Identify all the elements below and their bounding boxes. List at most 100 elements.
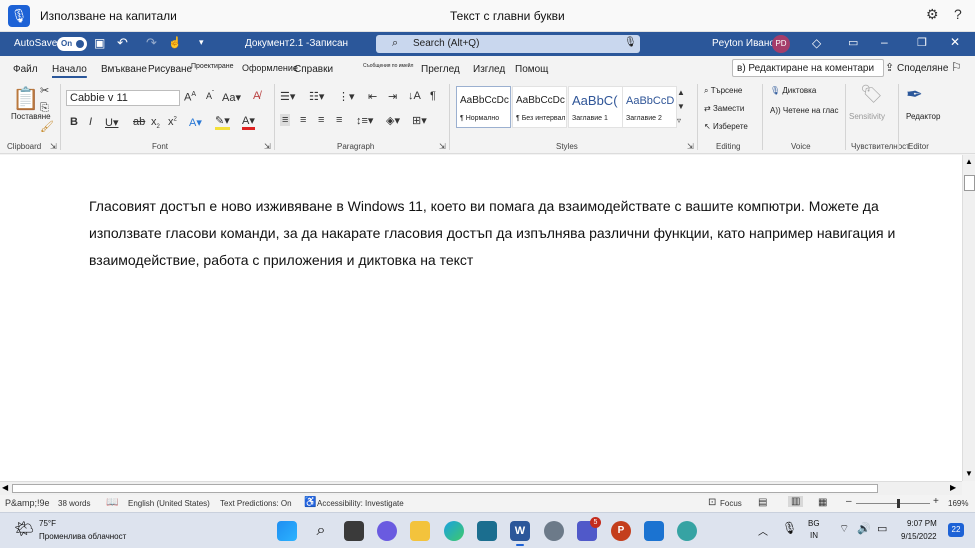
dictate-button[interactable]: 🎙 Диктовка	[770, 86, 816, 95]
people-icon[interactable]	[677, 521, 697, 541]
font-name-input[interactable]: Cabbie v 11	[66, 90, 180, 106]
style-normal[interactable]: AaBbCcDc ¶ Нормално	[456, 86, 511, 128]
teams-icon[interactable]: 5	[577, 517, 601, 541]
word-icon[interactable]: W	[510, 521, 530, 546]
language-indicator[interactable]: English (United States)	[128, 499, 210, 508]
style-heading-2[interactable]: AaBbCcD Заглавие 2	[622, 86, 677, 128]
sensitivity-icon[interactable]: 🏷	[860, 84, 883, 105]
zoom-level[interactable]: 169%	[948, 499, 968, 508]
zoom-in-icon[interactable]: +	[933, 496, 939, 507]
zoom-slider[interactable]	[856, 503, 930, 504]
mail-icon[interactable]	[644, 521, 664, 541]
editor-button[interactable]: Редактор	[906, 112, 940, 121]
replace-button[interactable]: ⇄ Замести	[704, 104, 744, 113]
wifi-icon[interactable]: ⌔	[839, 522, 849, 536]
align-left-icon[interactable]: ≡	[280, 114, 291, 126]
store-icon[interactable]	[477, 521, 497, 541]
copy-icon[interactable]: ⎘	[40, 102, 49, 115]
highlight-icon[interactable]: ✎▾	[215, 116, 230, 130]
file-explorer-icon[interactable]	[410, 521, 430, 541]
settings-icon[interactable]	[544, 521, 564, 541]
page-indicator[interactable]: P&amp;!9e	[5, 498, 50, 508]
avatar[interactable]: PD	[772, 35, 790, 53]
customize-toolbar-icon[interactable]: ▾	[199, 37, 204, 48]
justify-icon[interactable]: ≡	[336, 114, 342, 126]
zoom-out-icon[interactable]: –	[846, 496, 852, 507]
show-marks-icon[interactable]: ¶	[430, 90, 436, 102]
tab-design[interactable]: Проектиране	[191, 63, 234, 70]
subscript-icon[interactable]: x2	[151, 116, 160, 130]
microphone-tray-icon[interactable]: 🎙	[782, 521, 797, 535]
feedback-icon[interactable]: ⚐	[951, 60, 962, 74]
cut-icon[interactable]: ✂	[40, 84, 49, 97]
proofing-icon[interactable]: 📖	[106, 497, 118, 508]
help-icon[interactable]: ?	[954, 6, 962, 22]
gear-icon[interactable]: ⚙	[926, 6, 939, 23]
text-predictions[interactable]: Text Predictions: On	[220, 499, 292, 508]
search-icon[interactable]: ⌕	[311, 521, 331, 541]
tab-references[interactable]: Справки	[294, 64, 333, 75]
increase-indent-icon[interactable]: ⇥	[388, 90, 397, 103]
styles-scroll-icon[interactable]: ▲ ▼ ▿	[677, 86, 685, 128]
diamond-icon[interactable]: ◇	[812, 36, 821, 50]
document-body-text[interactable]: Гласовият достъп е ново изживяване в Win…	[89, 193, 949, 274]
scroll-right-icon[interactable]: ▶	[950, 483, 956, 492]
close-icon[interactable]: ✕	[950, 35, 960, 49]
format-painter-icon[interactable]: 🖌	[40, 120, 54, 133]
tab-file[interactable]: Файл	[13, 64, 38, 75]
show-hidden-icons-icon[interactable]: ︿	[758, 523, 768, 538]
notifications-badge[interactable]: 22	[948, 523, 964, 537]
comments-button[interactable]: в) Редактиране на коментари	[732, 59, 884, 77]
web-layout-icon[interactable]: ▦	[818, 497, 827, 508]
restore-icon[interactable]: ❐	[917, 36, 927, 49]
search-microphone-icon[interactable]: 🎙	[624, 37, 637, 48]
font-color-icon[interactable]: A▾	[242, 116, 255, 130]
underline-icon[interactable]: U▾	[105, 116, 118, 129]
superscript-icon[interactable]: x2	[168, 116, 177, 128]
read-aloud-button[interactable]: A)) Четене на глас	[770, 106, 838, 115]
weather-icon[interactable]: 🌤	[14, 519, 34, 539]
clear-formatting-icon[interactable]: A̸	[253, 90, 260, 102]
autosave-toggle[interactable]: On	[57, 37, 87, 51]
tab-help[interactable]: Помощ	[515, 64, 548, 75]
touch-mode-icon[interactable]: ☝	[168, 36, 182, 49]
scroll-thumb[interactable]	[964, 175, 975, 191]
tab-review[interactable]: Преглед	[421, 64, 460, 75]
language-top[interactable]: BG	[808, 519, 820, 528]
change-case-icon[interactable]: Aa▾	[222, 91, 241, 104]
tab-view[interactable]: Изглед	[473, 64, 505, 75]
zoom-slider-thumb[interactable]	[897, 499, 900, 508]
paste-icon[interactable]: 📋	[12, 86, 39, 112]
clock-time[interactable]: 9:07 PM	[907, 519, 937, 528]
focus-button[interactable]: Focus	[720, 499, 742, 508]
sensitivity-button[interactable]: Sensitivity	[849, 112, 885, 121]
powerpoint-icon[interactable]: P	[611, 521, 631, 541]
shrink-font-icon[interactable]: Aˇ	[206, 91, 214, 101]
accessibility-status[interactable]: Accessibility: Investigate	[317, 499, 404, 508]
battery-icon[interactable]: ▭	[877, 522, 887, 535]
tab-insert[interactable]: Вмъкване	[101, 64, 147, 75]
line-spacing-icon[interactable]: ↕≡▾	[356, 114, 373, 127]
horizontal-scrollbar[interactable]: ◀ ▶	[0, 481, 962, 495]
save-icon[interactable]: ▣	[94, 36, 105, 50]
italic-icon[interactable]: I	[89, 116, 92, 128]
strikethrough-icon[interactable]: ab	[133, 116, 145, 128]
tab-layout[interactable]: Оформление	[242, 63, 298, 73]
document-canvas[interactable]: Гласовият достъп е ново изживяване в Win…	[0, 155, 962, 481]
vertical-scrollbar[interactable]: ▲ ▼	[962, 155, 975, 481]
scroll-thumb[interactable]	[12, 484, 878, 493]
sort-icon[interactable]: ↓A	[408, 90, 421, 102]
share-button[interactable]: Споделяне	[897, 63, 948, 74]
font-launcher-icon[interactable]: ⇲	[264, 142, 271, 151]
scroll-up-icon[interactable]: ▲	[965, 157, 973, 166]
multilevel-list-icon[interactable]: ⋮▾	[338, 90, 355, 103]
undo-icon[interactable]: ↶	[117, 35, 128, 51]
tab-draw[interactable]: Рисуване	[148, 64, 192, 75]
start-icon[interactable]	[277, 521, 297, 541]
borders-icon[interactable]: ⊞▾	[412, 114, 427, 127]
numbering-icon[interactable]: ☷▾	[309, 90, 324, 103]
redo-icon[interactable]: ↷	[146, 35, 157, 51]
styles-launcher-icon[interactable]: ⇲	[687, 142, 694, 151]
grow-font-icon[interactable]: AA	[184, 91, 196, 104]
minimize-icon[interactable]: –	[881, 35, 888, 49]
